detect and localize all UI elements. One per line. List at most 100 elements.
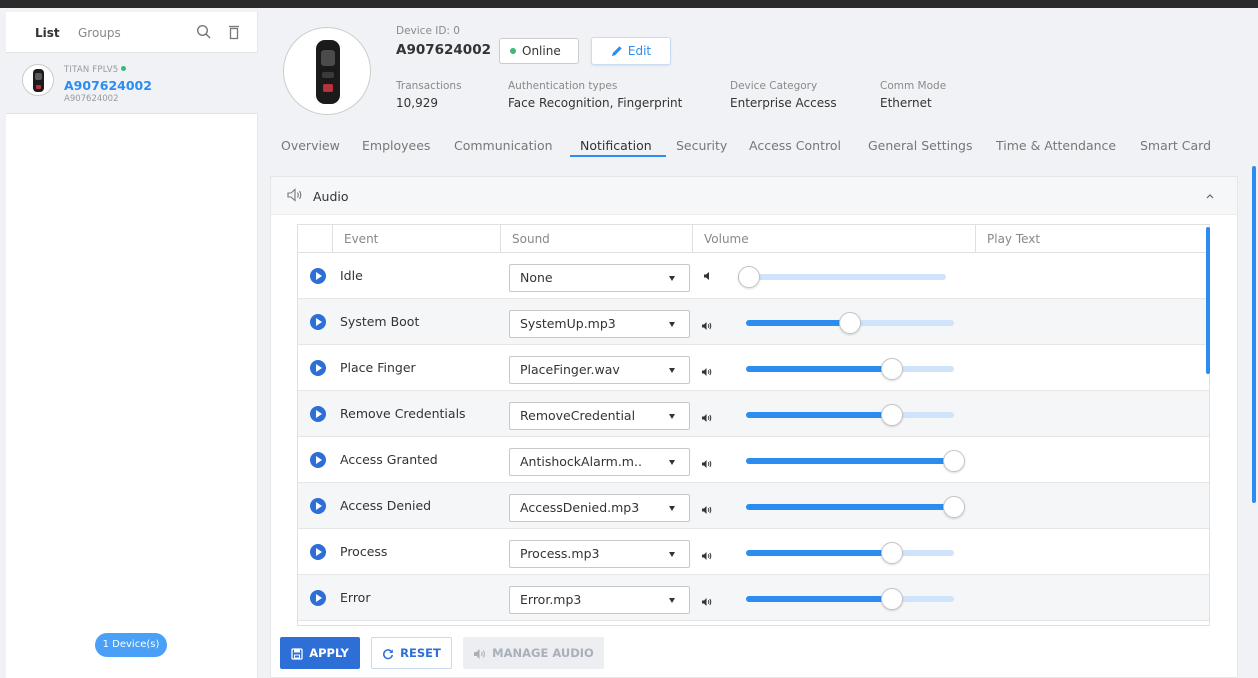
play-icon[interactable] bbox=[310, 268, 326, 284]
volume-slider-handle[interactable] bbox=[881, 588, 903, 610]
table-row: Remove Credentials RemoveCredential bbox=[298, 391, 1209, 437]
tab-notification[interactable]: Notification bbox=[580, 138, 652, 153]
tab-general-settings[interactable]: General Settings bbox=[868, 138, 973, 153]
device-sidebar: List Groups TITAN FPLV5 A907624002 A9076… bbox=[6, 12, 258, 678]
chevron-up-icon[interactable] bbox=[1205, 189, 1215, 204]
device-id-value: A907624002 bbox=[396, 42, 491, 58]
event-name: Access Granted bbox=[340, 452, 438, 467]
volume-slider-handle[interactable] bbox=[738, 266, 760, 288]
device-id-link[interactable]: A907624002 bbox=[64, 78, 152, 93]
sidebar-tab-list[interactable]: List bbox=[35, 26, 60, 40]
apply-button[interactable]: APPLY bbox=[280, 637, 360, 669]
table-row: Access Granted AntishockAlarm.m.. bbox=[298, 437, 1209, 483]
volume-slider-handle[interactable] bbox=[943, 496, 965, 518]
volume-icon[interactable] bbox=[701, 596, 713, 611]
volume-mute-icon[interactable] bbox=[703, 270, 711, 285]
sound-select[interactable]: None bbox=[509, 264, 690, 292]
volume-slider[interactable] bbox=[746, 312, 954, 334]
sound-select[interactable]: AntishockAlarm.m.. bbox=[509, 448, 690, 476]
sound-select[interactable]: PlaceFinger.wav bbox=[509, 356, 690, 384]
table-row: Idle None bbox=[298, 253, 1209, 299]
speaker-icon bbox=[287, 188, 303, 206]
tab-smart-card[interactable]: Smart Card bbox=[1140, 138, 1211, 153]
play-icon[interactable] bbox=[310, 452, 326, 468]
sidebar-tab-groups[interactable]: Groups bbox=[78, 26, 121, 40]
pencil-icon bbox=[611, 46, 622, 56]
sidebar-header: List Groups bbox=[6, 12, 258, 52]
manage-audio-button[interactable]: MANAGE AUDIO bbox=[463, 637, 604, 669]
tab-time-attendance[interactable]: Time & Attendance bbox=[996, 138, 1116, 153]
volume-slider[interactable] bbox=[746, 588, 954, 610]
event-name: Idle bbox=[340, 268, 363, 283]
audio-panel-header[interactable]: Audio bbox=[271, 177, 1237, 215]
comm-mode-label: Comm Mode bbox=[880, 80, 947, 92]
volume-icon[interactable] bbox=[701, 504, 713, 519]
volume-icon[interactable] bbox=[701, 320, 713, 335]
search-icon[interactable] bbox=[196, 24, 212, 40]
volume-slider-fill bbox=[746, 550, 892, 556]
sound-select[interactable]: Process.mp3 bbox=[509, 540, 690, 568]
tab-communication[interactable]: Communication bbox=[454, 138, 553, 153]
play-icon[interactable] bbox=[310, 360, 326, 376]
volume-slider-fill bbox=[746, 320, 850, 326]
table-row: Process Process.mp3 bbox=[298, 529, 1209, 575]
volume-slider[interactable] bbox=[746, 496, 965, 518]
table-row: Error Error.mp3 bbox=[298, 575, 1209, 621]
sound-select-value: None bbox=[520, 270, 553, 285]
comm-mode-value: Ethernet bbox=[880, 96, 932, 110]
device-thumbnail bbox=[22, 64, 54, 96]
sound-select-value: AntishockAlarm.m.. bbox=[520, 454, 642, 469]
sidebar-device-item[interactable]: TITAN FPLV5 A907624002 A907624002 bbox=[6, 52, 258, 114]
volume-slider-handle[interactable] bbox=[881, 404, 903, 426]
volume-slider[interactable] bbox=[746, 404, 954, 426]
volume-slider-handle[interactable] bbox=[943, 450, 965, 472]
sound-select[interactable]: Error.mp3 bbox=[509, 586, 690, 614]
transactions-label: Transactions bbox=[396, 80, 462, 92]
volume-icon[interactable] bbox=[701, 458, 713, 473]
column-header-sound: Sound bbox=[512, 232, 550, 246]
device-category-label: Device Category bbox=[730, 80, 818, 92]
play-icon[interactable] bbox=[310, 498, 326, 514]
reset-button[interactable]: RESET bbox=[371, 637, 452, 669]
volume-slider[interactable] bbox=[746, 358, 954, 380]
device-id-label: Device ID: 0 bbox=[396, 25, 460, 37]
save-icon bbox=[291, 648, 303, 660]
caret-down-icon bbox=[669, 598, 675, 603]
volume-slider-fill bbox=[746, 366, 892, 372]
volume-icon[interactable] bbox=[701, 366, 713, 381]
table-row: Access Denied AccessDenied.mp3 bbox=[298, 483, 1209, 529]
tab-overview[interactable]: Overview bbox=[281, 138, 340, 153]
online-dot-icon bbox=[121, 66, 127, 71]
sound-select[interactable]: AccessDenied.mp3 bbox=[509, 494, 690, 522]
tab-access-control[interactable]: Access Control bbox=[749, 138, 841, 153]
play-icon[interactable] bbox=[310, 544, 326, 560]
volume-slider-handle[interactable] bbox=[881, 542, 903, 564]
event-name: Place Finger bbox=[340, 360, 416, 375]
sound-select[interactable]: RemoveCredential bbox=[509, 402, 690, 430]
volume-icon[interactable] bbox=[701, 412, 713, 427]
device-count-badge: 1 Device(s) bbox=[95, 633, 167, 657]
volume-slider-handle[interactable] bbox=[881, 358, 903, 380]
caret-down-icon bbox=[669, 460, 675, 465]
play-icon[interactable] bbox=[310, 406, 326, 422]
play-icon[interactable] bbox=[310, 590, 326, 606]
tab-employees[interactable]: Employees bbox=[362, 138, 430, 153]
volume-slider[interactable] bbox=[738, 266, 946, 288]
event-name: System Boot bbox=[340, 314, 420, 329]
volume-slider[interactable] bbox=[746, 450, 965, 472]
page-scrollbar[interactable] bbox=[1252, 166, 1256, 503]
tab-security[interactable]: Security bbox=[676, 138, 727, 153]
auth-types-label: Authentication types bbox=[508, 80, 618, 92]
volume-slider-fill bbox=[746, 504, 954, 510]
volume-slider-fill bbox=[746, 596, 892, 602]
trash-icon[interactable] bbox=[226, 24, 242, 40]
device-category-value: Enterprise Access bbox=[730, 96, 837, 110]
volume-icon[interactable] bbox=[701, 550, 713, 565]
table-scrollbar[interactable] bbox=[1206, 227, 1210, 374]
online-dot-icon bbox=[510, 48, 516, 54]
sound-select[interactable]: SystemUp.mp3 bbox=[509, 310, 690, 338]
play-icon[interactable] bbox=[310, 314, 326, 330]
edit-button[interactable]: Edit bbox=[591, 37, 671, 65]
volume-slider[interactable] bbox=[746, 542, 954, 564]
volume-slider-handle[interactable] bbox=[839, 312, 861, 334]
